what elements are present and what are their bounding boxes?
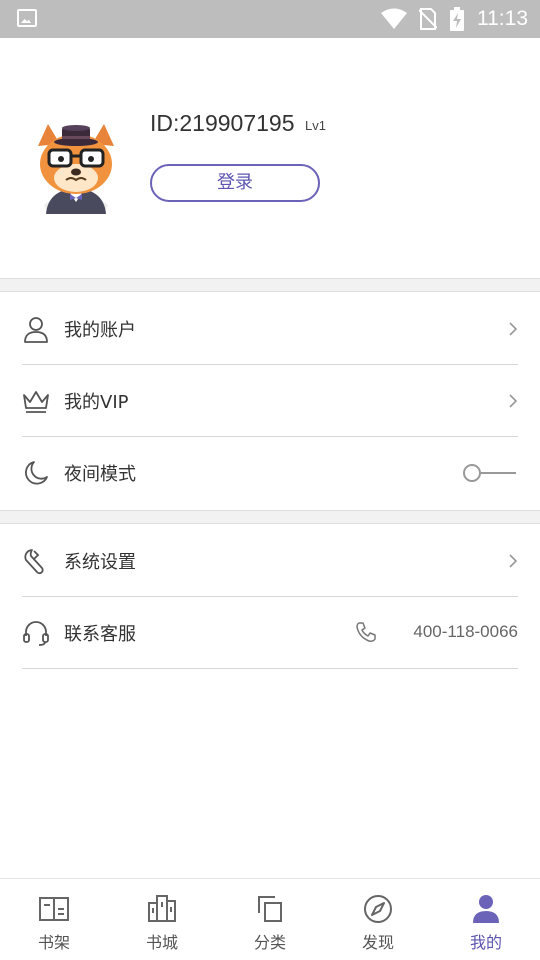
- gallery-icon: [17, 9, 37, 27]
- service-phone-number[interactable]: 400-118-0066: [413, 622, 518, 642]
- no-sim-icon: [419, 8, 437, 30]
- tab-label: 我的: [469, 933, 502, 952]
- menu-item-vip[interactable]: 我的VIP: [0, 365, 540, 437]
- profile-header: ID:219907195 Lv1 登录: [0, 38, 540, 278]
- chevron-right-icon: [509, 554, 518, 568]
- level-badge: Lv1: [305, 118, 326, 133]
- chevron-right-icon: [509, 394, 518, 408]
- tab-bookstore[interactable]: 书城: [108, 879, 216, 960]
- menu-item-label: 我的账户: [64, 320, 136, 341]
- tab-label: 发现: [361, 933, 394, 952]
- row-divider: [22, 668, 518, 669]
- headset-icon: [23, 621, 49, 646]
- user-icon: [24, 317, 48, 343]
- wrench-icon: [24, 549, 44, 575]
- profile-icon: [473, 895, 499, 923]
- section-divider: [0, 278, 540, 292]
- user-id: ID:219907195: [150, 110, 295, 136]
- login-button[interactable]: 登录: [150, 164, 320, 202]
- night-mode-toggle[interactable]: [462, 463, 516, 483]
- menu-item-night-mode: 夜间模式: [0, 437, 540, 509]
- moon-icon: [25, 461, 48, 485]
- battery-charging-icon: [450, 7, 464, 31]
- section-divider: [0, 510, 540, 524]
- tab-label: 书架: [37, 933, 70, 952]
- menu-item-label: 夜间模式: [64, 464, 136, 485]
- status-time: 11:13: [477, 7, 528, 30]
- bottom-tab-bar: 书架 书城 分类 发现 我的: [0, 878, 540, 960]
- menu-item-label: 联系客服: [64, 624, 136, 645]
- tab-discover[interactable]: 发现: [324, 879, 432, 960]
- menu-item-customer-service[interactable]: 联系客服 400-118-0066: [0, 597, 540, 669]
- menu-item-label: 我的VIP: [64, 392, 129, 413]
- tab-label: 分类: [253, 933, 286, 952]
- bookshelf-icon: [39, 897, 69, 921]
- tab-mine[interactable]: 我的: [432, 879, 540, 960]
- phone-icon: [356, 622, 376, 642]
- category-icon: [258, 896, 282, 922]
- chevron-right-icon: [509, 322, 518, 336]
- menu-item-settings[interactable]: 系统设置: [0, 525, 540, 597]
- menu-item-account[interactable]: 我的账户: [0, 293, 540, 365]
- wifi-icon: [381, 8, 407, 29]
- status-bar: 11:13: [0, 0, 540, 38]
- crown-icon: [23, 391, 49, 413]
- tab-bookshelf[interactable]: 书架: [0, 879, 108, 960]
- menu-item-label: 系统设置: [64, 552, 136, 573]
- compass-icon: [364, 895, 392, 923]
- tab-label: 书城: [145, 933, 178, 952]
- tab-category[interactable]: 分类: [216, 879, 324, 960]
- avatar[interactable]: [24, 110, 128, 214]
- bookstore-icon: [148, 895, 176, 922]
